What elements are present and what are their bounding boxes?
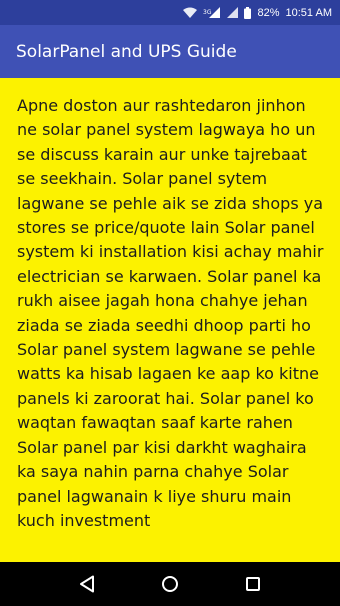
navigation-bar bbox=[0, 562, 340, 606]
article-body: Apne doston aur rashtedaron jinhon ne so… bbox=[17, 96, 324, 530]
app-title: SolarPanel and UPS Guide bbox=[16, 41, 237, 62]
network-type-label: 3G bbox=[203, 9, 212, 16]
recents-square-icon[interactable] bbox=[233, 564, 273, 604]
status-bar: 3G 82% 10:51 AM bbox=[0, 0, 340, 25]
battery-percent: 82% bbox=[257, 6, 280, 19]
back-triangle-icon[interactable] bbox=[67, 564, 107, 604]
battery-icon bbox=[244, 6, 252, 19]
app-toolbar: SolarPanel and UPS Guide bbox=[0, 25, 340, 78]
signal-icon: 3G bbox=[203, 7, 221, 18]
clock: 10:51 AM bbox=[285, 6, 332, 19]
article-content[interactable]: Apne doston aur rashtedaron jinhon ne so… bbox=[0, 78, 340, 562]
signal-secondary-icon bbox=[227, 7, 239, 18]
home-circle-icon[interactable] bbox=[150, 564, 190, 604]
wifi-icon bbox=[183, 7, 198, 18]
